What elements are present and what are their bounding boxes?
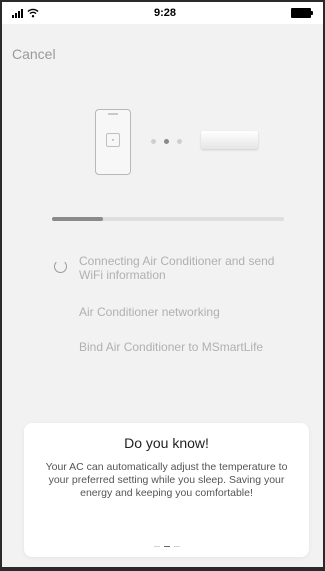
air-conditioner-icon xyxy=(201,131,258,149)
connection-dot-active xyxy=(164,139,169,144)
loading-spinner-icon xyxy=(54,260,67,273)
step-connecting: Connecting Air Conditioner and send WiFi… xyxy=(79,254,275,282)
cellular-signal-icon xyxy=(12,8,23,18)
step-networking: Air Conditioner networking xyxy=(79,305,220,319)
info-card-title: Do you know! xyxy=(124,435,209,451)
wifi-icon xyxy=(27,8,39,18)
connection-dots xyxy=(151,139,182,144)
progress-bar xyxy=(52,217,284,221)
screen: 9:28 Cancel ▪ Connecting Air Conditioner… xyxy=(2,2,323,567)
step-bind: Bind Air Conditioner to MSmartLife xyxy=(79,340,264,354)
status-bar-left xyxy=(2,8,39,18)
pager-dot-active xyxy=(163,545,170,547)
connection-dot xyxy=(151,139,156,144)
battery-icon xyxy=(291,8,313,18)
progress-fill xyxy=(52,217,104,221)
info-card-body: Your AC can automatically adjust the tem… xyxy=(45,461,288,499)
app-glyph-icon: ▪ xyxy=(106,133,120,147)
pager-indicator xyxy=(24,545,309,547)
cancel-button[interactable]: Cancel xyxy=(12,46,56,62)
status-time: 9:28 xyxy=(153,7,177,19)
connection-illustration: ▪ xyxy=(95,109,265,179)
info-card: Do you know! Your AC can automatically a… xyxy=(24,423,309,557)
phone-icon: ▪ xyxy=(95,109,131,175)
connection-dot xyxy=(177,139,182,144)
pager-dot xyxy=(153,545,160,547)
status-bar: 9:28 xyxy=(2,2,323,24)
pager-dot xyxy=(173,545,180,547)
